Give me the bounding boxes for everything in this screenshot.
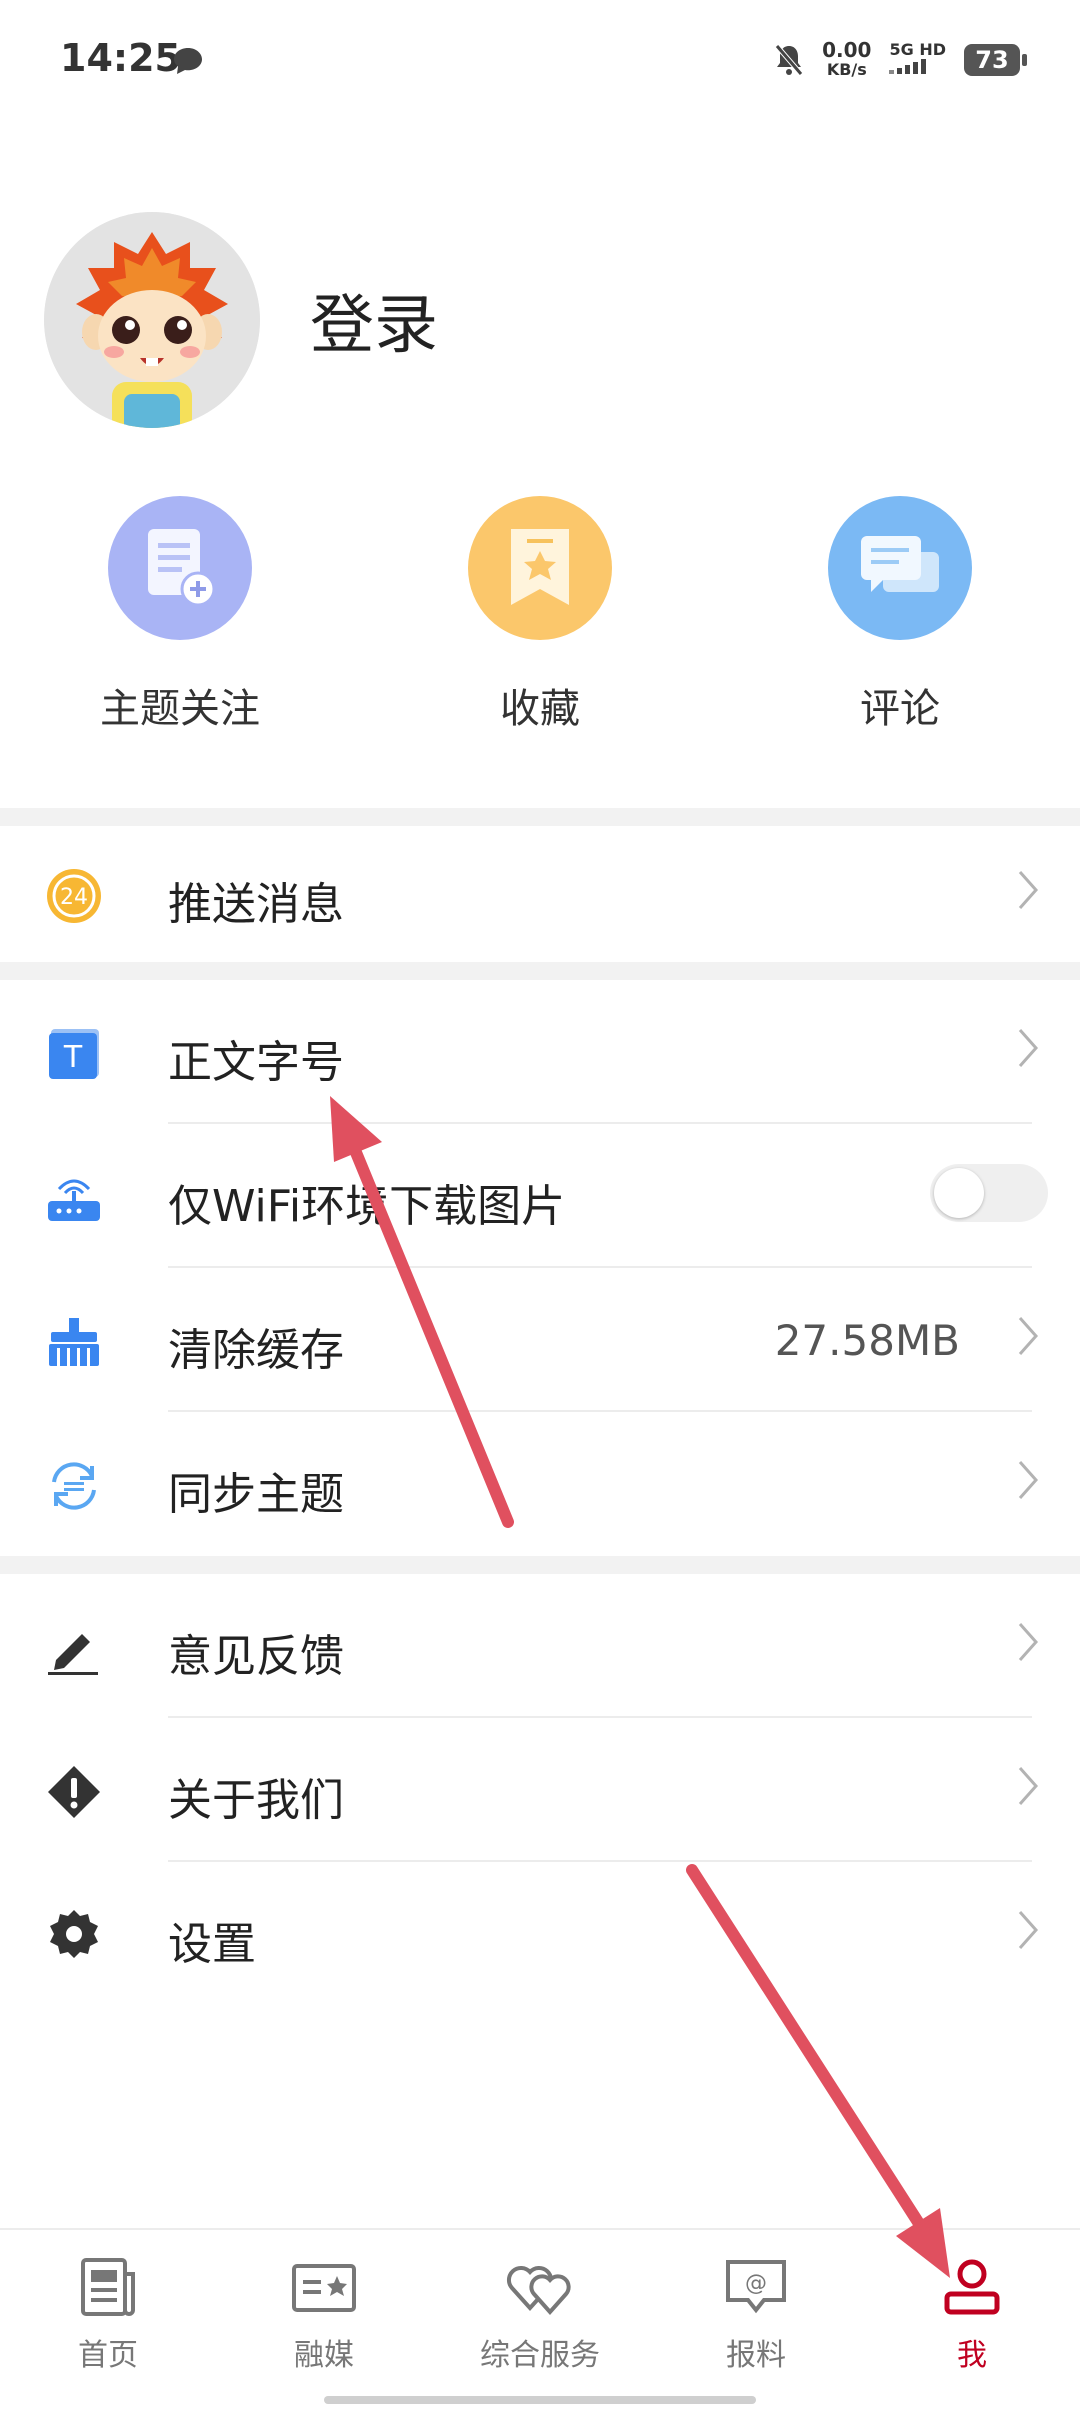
status-right: 0.00 KB/s 5G HD 73 — [774, 38, 1027, 80]
menu-item-label: 仅WiFi环境下载图片 — [168, 1181, 566, 1232]
quick-action-topic-follow[interactable]: 主题关注 — [60, 496, 300, 734]
comment-bubbles-icon — [828, 496, 972, 640]
cache-size-value: 27.58MB — [774, 1316, 960, 1365]
text-size-icon: T — [44, 1024, 104, 1084]
lion-mascot-avatar-icon — [44, 212, 260, 428]
profile-header[interactable]: 登录 — [44, 212, 438, 428]
bookmark-star-icon — [468, 496, 612, 640]
tab-services[interactable]: 综合服务 — [432, 2256, 648, 2374]
menu-item-label: 正文字号 — [168, 1037, 344, 1088]
network-speed: 0.00 KB/s — [822, 38, 872, 79]
chevron-right-icon — [1016, 1620, 1040, 1674]
status-bar: 14:25 0.00 KB/s 5G HD 73 — [0, 0, 1080, 130]
menu-item-font-size[interactable]: T 正文字号 — [0, 980, 1080, 1124]
quick-action-favorites[interactable]: 收藏 — [420, 496, 660, 734]
hearts-icon — [506, 2265, 571, 2316]
clock-24-icon: 24 — [44, 866, 104, 926]
bottom-tab-bar: 首页 融媒 综合服务 @ 报料 我 — [0, 2228, 1080, 2410]
tab-home[interactable]: 首页 — [0, 2256, 216, 2374]
toggle-knob — [934, 1168, 984, 1218]
sync-icon — [44, 1456, 104, 1516]
quick-action-label: 主题关注 — [100, 686, 260, 732]
login-label[interactable]: 登录 — [310, 274, 438, 366]
tab-report[interactable]: @ 报料 — [648, 2256, 864, 2374]
chevron-right-icon — [1016, 1908, 1040, 1962]
svg-text:24: 24 — [60, 885, 88, 910]
menu-item-about[interactable]: 关于我们 — [0, 1718, 1080, 1862]
menu-item-label: 关于我们 — [168, 1775, 344, 1826]
chevron-right-icon — [1016, 1026, 1040, 1080]
gear-icon — [44, 1906, 104, 1966]
wifi-images-toggle[interactable] — [930, 1164, 1048, 1222]
tab-label: 我 — [957, 2338, 987, 2373]
menu-item-label: 推送消息 — [168, 879, 344, 930]
avatar[interactable] — [44, 212, 260, 428]
quick-actions: 主题关注 收藏 评论 — [0, 496, 1080, 756]
menu-item-clear-cache[interactable]: 清除缓存 27.58MB — [0, 1268, 1080, 1412]
svg-text:T: T — [63, 1040, 83, 1075]
menu-item-settings[interactable]: 设置 — [0, 1862, 1080, 2006]
menu-item-label: 意见反馈 — [168, 1631, 344, 1682]
router-icon — [44, 1168, 104, 1228]
quick-action-label: 评论 — [860, 686, 940, 732]
section-separator — [0, 1556, 1080, 1574]
media-card-icon — [292, 2264, 356, 2312]
at-message-icon: @ — [726, 2260, 786, 2314]
signal-indicator: 5G HD — [889, 42, 946, 78]
chevron-right-icon — [1016, 1314, 1040, 1368]
topic-follow-icon — [108, 496, 252, 640]
tab-label: 报料 — [726, 2338, 786, 2373]
person-icon — [944, 2259, 1000, 2315]
newspaper-icon — [81, 2258, 135, 2316]
tab-label: 首页 — [78, 2338, 138, 2373]
signal-bars-icon — [889, 59, 927, 74]
status-time: 14:25 — [60, 36, 181, 80]
tab-label: 综合服务 — [480, 2338, 600, 2373]
tab-label: 融媒 — [294, 2338, 354, 2373]
menu-item-label: 清除缓存 — [168, 1325, 344, 1376]
quick-action-comments[interactable]: 评论 — [780, 496, 1020, 734]
battery-indicator: 73 — [964, 44, 1027, 76]
chevron-right-icon — [1016, 868, 1040, 922]
chevron-right-icon — [1016, 1458, 1040, 1512]
pencil-icon — [44, 1618, 104, 1678]
quick-action-label: 收藏 — [500, 686, 580, 732]
svg-text:@: @ — [745, 2271, 767, 2296]
message-bubble-icon — [174, 48, 202, 74]
menu-item-sync-topics[interactable]: 同步主题 — [0, 1412, 1080, 1556]
bell-muted-icon — [775, 44, 804, 76]
menu-item-wifi-images[interactable]: 仅WiFi环境下载图片 — [0, 1124, 1080, 1268]
menu-item-feedback[interactable]: 意见反馈 — [0, 1574, 1080, 1718]
tab-me[interactable]: 我 — [864, 2256, 1080, 2374]
menu-item-push[interactable]: 24 推送消息 — [0, 822, 1080, 966]
info-diamond-icon — [44, 1762, 104, 1822]
menu-item-label: 设置 — [168, 1919, 256, 1970]
home-indicator[interactable] — [324, 2396, 756, 2404]
brush-icon — [44, 1312, 104, 1372]
chevron-right-icon — [1016, 1764, 1040, 1818]
menu-item-label: 同步主题 — [168, 1469, 344, 1520]
tab-media[interactable]: 融媒 — [216, 2256, 432, 2374]
